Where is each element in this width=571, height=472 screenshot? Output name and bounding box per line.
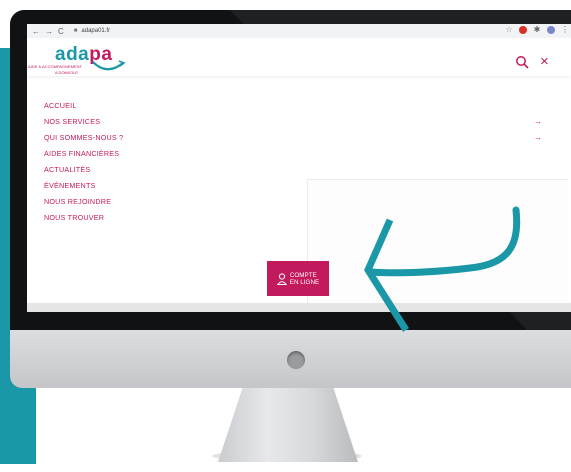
menu-item-aides-financieres[interactable]: AIDES FINANCIÈRES	[44, 146, 564, 162]
menu-item-label: NOUS TROUVER	[44, 213, 105, 222]
back-button[interactable]: ←	[32, 27, 40, 36]
puzzle-icon[interactable]: ✱	[533, 26, 541, 34]
logo-swoosh-icon	[92, 60, 126, 71]
cta-line-2: EN LIGNE	[289, 278, 320, 286]
menu-item-nos-services[interactable]: NOS SERVICES →	[44, 114, 564, 130]
menu-item-qui-sommes-nous[interactable]: QUI SOMMES-NOUS ? →	[44, 130, 564, 146]
menu-item-label: ÉVÉNEMENTS	[44, 181, 96, 190]
menu-item-label: ACTUALITÉS	[44, 165, 91, 174]
lock-icon: ■	[73, 28, 78, 34]
browser-toolbar: ← → C ■ adapa01.fr ☆ ✱ ⋮	[27, 24, 571, 39]
search-icon[interactable]	[515, 55, 529, 69]
menu-item-label: NOUS REJOINDRE	[44, 197, 112, 206]
close-icon[interactable]: ×	[540, 54, 549, 69]
teal-pointing-arrow-icon	[364, 206, 521, 332]
reload-button[interactable]: C	[58, 27, 64, 36]
arrow-right-icon[interactable]: →	[534, 114, 542, 130]
compte-en-ligne-button[interactable]: COMPTE EN LIGNE	[267, 261, 329, 296]
url-text: adapa01.fr	[81, 28, 111, 34]
star-icon[interactable]: ☆	[505, 26, 513, 34]
kebab-menu-icon[interactable]: ⋮	[561, 26, 569, 34]
browser-extensions: ☆ ✱ ⋮	[505, 26, 569, 34]
extension-red-icon[interactable]	[519, 26, 527, 34]
power-button-icon	[287, 351, 305, 369]
logo-tagline-2: A DOMICILE	[55, 70, 78, 75]
cta-line-1: COMPTE	[289, 271, 317, 279]
menu-item-label: NOS SERVICES	[44, 117, 101, 126]
menu-item-accueil[interactable]: ACCUEIL	[44, 98, 564, 114]
menu-item-label: AIDES FINANCIÈRES	[44, 149, 120, 158]
logo-text-ada: ada	[55, 44, 90, 65]
forward-button[interactable]: →	[45, 27, 53, 36]
logo-tagline-1: AIDE & ACCOMPAGNEMENT	[28, 64, 82, 69]
monitor-stand	[218, 386, 358, 462]
menu-item-actualites[interactable]: ACTUALITÉS	[44, 162, 564, 178]
cta-label: COMPTE EN LIGNE	[290, 272, 319, 286]
user-icon	[276, 272, 287, 285]
arrow-right-icon[interactable]: →	[534, 130, 542, 146]
menu-item-label: QUI SOMMES-NOUS ?	[44, 133, 124, 142]
menu-item-label: ACCUEIL	[44, 101, 77, 110]
address-bar[interactable]: ■ adapa01.fr	[74, 27, 110, 36]
site-header: adapa AIDE & ACCOMPAGNEMENT A DOMICILE ×	[27, 38, 571, 76]
profile-avatar-icon[interactable]	[547, 26, 555, 34]
